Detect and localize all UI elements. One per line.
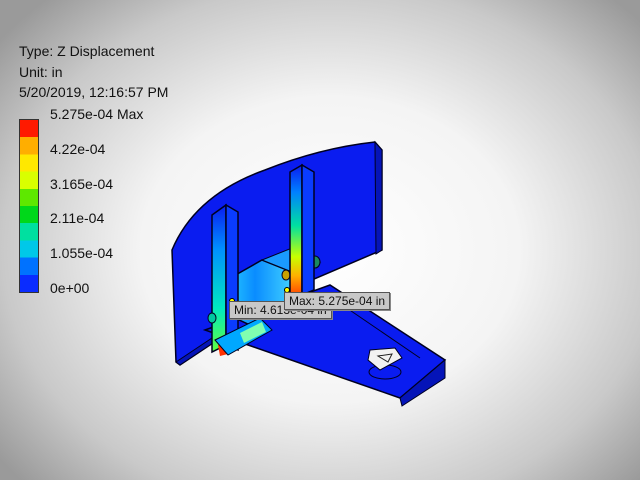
right-post bbox=[289, 163, 315, 312]
max-probe-label[interactable]: Max: 5.275e-04 in bbox=[284, 292, 391, 310]
fea-model[interactable] bbox=[0, 0, 640, 480]
graphics-viewport[interactable]: Type: Z Displacement Unit: in 5/20/2019,… bbox=[0, 0, 640, 480]
